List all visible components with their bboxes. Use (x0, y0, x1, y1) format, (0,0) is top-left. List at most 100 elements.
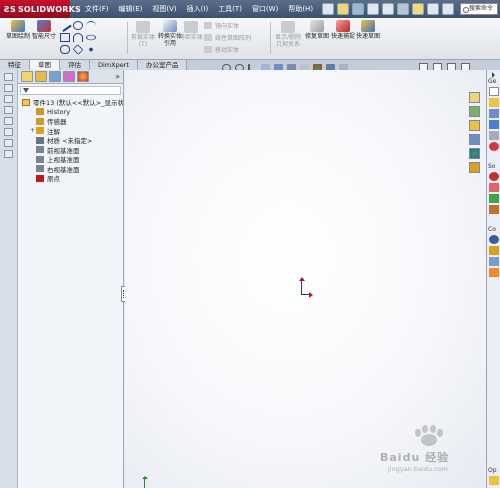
spline-icon[interactable] (86, 21, 96, 30)
pattern-tools-group: 镜向实体 线性草图阵列 移动实体 (204, 21, 251, 54)
appearances-icon[interactable] (469, 148, 480, 159)
quick-snaps-button[interactable]: 快速捕捉 (330, 20, 356, 40)
solidworks-tools-icon[interactable] (488, 172, 499, 181)
tree-item[interactable]: 右视基准面 (22, 164, 123, 174)
menu-file[interactable]: 文件(F) (80, 4, 114, 14)
tree-root-part[interactable]: 零件13 (默认<<默认>_显示状态 (22, 97, 123, 107)
line-icon[interactable] (58, 18, 72, 33)
select-icon[interactable] (397, 3, 410, 15)
configuration-manager-icon[interactable] (49, 71, 61, 82)
blog-icon[interactable] (488, 257, 499, 266)
new-icon[interactable] (322, 3, 335, 15)
rapid-sketch-icon (361, 20, 375, 32)
user-groups-icon[interactable] (488, 246, 499, 255)
task-pane-section-label: Ge (488, 78, 497, 85)
menu-help[interactable]: 帮助(H) (283, 4, 318, 14)
online-icon[interactable] (488, 476, 499, 485)
display-delete-relations-button[interactable]: 显示/删除几何关系 (273, 21, 303, 48)
repair-sketch-button[interactable]: 修复草图 (304, 20, 330, 40)
tree-item[interactable]: 上视基准面 (22, 155, 123, 164)
tree-item[interactable]: 材质 <未指定> (22, 136, 123, 145)
plane-icon[interactable] (4, 106, 13, 114)
menu-tools[interactable]: 工具(T) (213, 4, 247, 14)
snap-icon[interactable] (4, 128, 13, 136)
mirror-entities-button[interactable]: 镜向实体 (204, 21, 251, 30)
new-document-icon[interactable] (488, 87, 499, 96)
file-explorer-icon[interactable] (469, 120, 480, 131)
mirror-icon (204, 22, 212, 29)
help-icon[interactable] (488, 142, 499, 151)
feature-manager-tree-icon[interactable] (21, 71, 33, 82)
tab-features[interactable]: 特征 (0, 60, 30, 70)
move-entities-button[interactable]: 移动实体 (204, 45, 251, 54)
view-palette-icon[interactable] (469, 134, 480, 145)
tab-office-products[interactable]: 办公室产品 (137, 60, 188, 70)
arc-icon[interactable] (73, 33, 83, 42)
menu-window[interactable]: 窗口(W) (247, 4, 283, 14)
feature-manager-panel: » 零件13 (默认<<默认>_显示状态 History 传感器 + 注解 材质 <未指… (18, 70, 124, 488)
display-manager-icon[interactable] (77, 71, 89, 82)
toolbox-icon[interactable] (488, 183, 499, 192)
home-icon[interactable] (469, 92, 480, 103)
whats-new-icon[interactable] (488, 120, 499, 129)
tree-item-icon (36, 174, 44, 182)
sketch-button[interactable]: 草图绘制 (6, 20, 30, 40)
dimxpert-manager-icon[interactable] (63, 71, 75, 82)
print-icon[interactable] (367, 3, 380, 15)
tree-item-icon (36, 165, 44, 173)
design-library-icon[interactable] (469, 106, 480, 117)
display-icon[interactable] (4, 139, 13, 147)
tree-item[interactable]: 传感器 (22, 117, 123, 126)
search-commands-input[interactable]: 搜索命令 (460, 3, 498, 15)
polygon-icon[interactable] (72, 44, 84, 55)
sketch-entity-icon[interactable] (4, 73, 13, 81)
layer-icon[interactable] (4, 150, 13, 158)
tab-evaluate[interactable]: 评估 (60, 60, 90, 70)
resources-icon[interactable] (488, 131, 499, 140)
save-icon[interactable] (352, 3, 365, 15)
options-icon[interactable] (442, 3, 455, 15)
community-forum-icon[interactable] (488, 235, 499, 244)
tree-filter-input[interactable] (20, 86, 121, 95)
tab-sketch[interactable]: 草图 (30, 60, 60, 70)
rapid-sketch-button[interactable]: 快速草图 (356, 20, 380, 40)
menu-edit[interactable]: 编辑(E) (114, 4, 148, 14)
file-properties-icon[interactable] (427, 3, 440, 15)
graphics-right-toolbar (469, 92, 483, 173)
property-manager-icon[interactable] (35, 71, 47, 82)
tree-item-label: History (47, 107, 71, 116)
smart-dimension-button[interactable]: 智能尺寸 (32, 20, 56, 40)
undo-icon[interactable] (382, 3, 395, 15)
tab-dimxpert[interactable]: DimXpert (90, 60, 138, 70)
grid-icon[interactable] (4, 117, 13, 125)
ellipse-icon[interactable] (86, 34, 96, 41)
menu-view[interactable]: 视图(V) (147, 4, 181, 14)
point-icon[interactable] (86, 45, 96, 54)
tree-item[interactable]: 前视基准面 (22, 145, 123, 155)
feature-works-icon[interactable] (488, 194, 499, 203)
tutorial-icon[interactable] (488, 109, 499, 118)
rectangle-icon[interactable] (60, 33, 70, 42)
tree-item[interactable]: + 注解 (22, 126, 123, 136)
rss-icon[interactable] (488, 268, 499, 277)
divider (270, 22, 271, 54)
offset-entities-button[interactable]: 等距实体 (178, 21, 204, 41)
open-document-icon[interactable] (488, 98, 499, 107)
slot-icon[interactable] (60, 45, 70, 54)
tree-item[interactable]: History (22, 107, 123, 117)
expand-panel-icon[interactable]: » (115, 72, 120, 81)
tree-item-label: 注解 (47, 127, 60, 136)
relation-icon[interactable] (4, 95, 13, 103)
photoview-icon[interactable] (488, 205, 499, 214)
convert-entities-icon (163, 20, 177, 32)
rebuild-icon[interactable] (412, 3, 425, 15)
menu-insert[interactable]: 插入(I) (182, 4, 214, 14)
open-icon[interactable] (337, 3, 350, 15)
custom-properties-icon[interactable] (469, 162, 480, 173)
tree-item[interactable]: 原点 (22, 174, 123, 183)
trim-entities-button[interactable]: 剪裁实体(T) (130, 21, 156, 48)
watermark-brand: Baidu 经验 (380, 451, 450, 464)
circle-icon[interactable] (73, 21, 83, 30)
dimension-icon[interactable] (4, 84, 13, 92)
linear-pattern-button[interactable]: 线性草图阵列 (204, 33, 251, 42)
